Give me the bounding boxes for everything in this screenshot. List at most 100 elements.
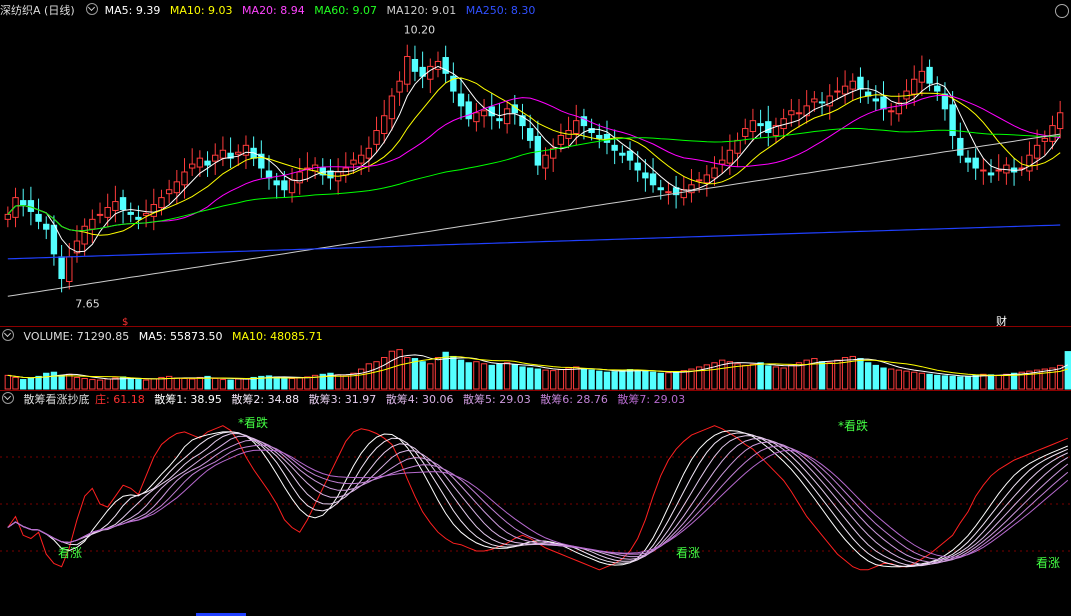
candle-body	[557, 134, 565, 145]
volume-bar	[757, 362, 764, 390]
candle-body	[849, 80, 856, 90]
volume-bar	[281, 377, 288, 390]
candle-body	[665, 191, 672, 194]
volume-bar	[864, 362, 872, 390]
candle-body	[89, 218, 96, 230]
candle-body	[465, 101, 472, 120]
san5-value: 散筹5: 29.03	[463, 393, 531, 406]
volume-bar	[388, 350, 396, 390]
candle-body	[350, 159, 357, 165]
signal-label-up: 看涨	[676, 545, 700, 560]
candle-body	[964, 157, 972, 163]
signal-label-up: 看涨	[58, 545, 82, 560]
signal-label-down: *看跌	[838, 418, 868, 433]
zhuang-value: 庄: 61.18	[95, 393, 145, 406]
volume-bar	[365, 363, 373, 390]
san2-line	[7, 431, 1068, 568]
candle-body	[1026, 154, 1033, 172]
candle-body	[204, 160, 211, 166]
candle-body	[918, 70, 926, 83]
volume-settings-icon[interactable]	[2, 329, 14, 341]
volume-bar	[104, 378, 111, 390]
candle-body	[381, 115, 388, 134]
candle-body	[265, 170, 273, 179]
stock-title[interactable]: 深纺织A (日线)	[0, 4, 75, 17]
volume-bar	[503, 362, 511, 390]
candle-body	[841, 85, 849, 95]
volume-bar	[987, 374, 995, 390]
ma250-value: MA250: 8.30	[465, 4, 536, 17]
candle-body	[619, 152, 626, 156]
volume-bar	[565, 367, 572, 390]
volume-bar	[334, 374, 342, 390]
volume-bar	[1049, 367, 1056, 390]
volume-bar	[181, 378, 188, 390]
candle-body	[734, 139, 741, 154]
candle-body	[857, 76, 864, 90]
candle-body	[749, 120, 757, 133]
candle-body	[695, 179, 703, 182]
candle-body	[404, 56, 411, 85]
volume-bar	[980, 373, 987, 390]
volume-bar	[58, 374, 65, 390]
candle-body	[457, 93, 465, 107]
candle-body	[573, 120, 580, 134]
indicator-settings-icon[interactable]	[86, 3, 99, 15]
volume-bar	[43, 372, 50, 390]
ma60-value: MA60: 9.07	[314, 4, 377, 17]
san7-value: 散筹7: 29.03	[617, 393, 686, 406]
volume-bar	[926, 373, 933, 390]
volume-bar	[511, 364, 518, 390]
ma20-value: MA20: 8.94	[242, 4, 305, 17]
volume-bar	[911, 371, 918, 390]
candle-body	[135, 216, 142, 220]
candle-body	[642, 172, 649, 179]
candle-body	[158, 197, 165, 208]
volume-bar	[995, 374, 1002, 390]
candle-body	[795, 112, 803, 115]
panel-separator	[0, 390, 1071, 391]
low-price-label: 7.65	[75, 297, 100, 310]
volume-bar	[588, 369, 595, 390]
candle-body	[887, 110, 895, 113]
san3-line	[7, 432, 1069, 567]
candle-body	[911, 78, 918, 95]
ma250-line	[7, 224, 1061, 260]
volume-bar	[457, 359, 465, 390]
candle-body	[1056, 112, 1064, 130]
volume-bar	[411, 358, 419, 390]
volume-bar	[373, 361, 380, 390]
volume-bar	[941, 375, 949, 390]
volume-bar	[96, 379, 104, 390]
candle-body	[496, 118, 503, 122]
panel-close-icon[interactable]	[1055, 4, 1069, 18]
volume-bar	[1064, 351, 1071, 390]
volume-bar	[918, 372, 926, 390]
ma5-value: MA5: 9.39	[104, 4, 161, 17]
volume-bar	[427, 363, 434, 390]
candle-body	[235, 151, 242, 155]
volume-bar	[887, 368, 895, 390]
candle-body	[281, 180, 288, 191]
candle-body	[926, 66, 933, 84]
candle-body	[127, 211, 134, 215]
candle-body	[473, 112, 480, 123]
candle-body	[50, 224, 58, 255]
candle-body	[611, 144, 618, 151]
candle-body	[634, 162, 641, 171]
candle-body	[58, 256, 65, 280]
candle-body	[703, 174, 711, 184]
volume-ma10: MA10: 48085.71	[231, 330, 323, 343]
candle-body	[81, 225, 88, 245]
candle-body	[834, 90, 841, 93]
candle-body	[626, 150, 634, 161]
volume-bar	[496, 363, 503, 390]
volume-bar	[296, 377, 303, 390]
volume-bar	[534, 368, 542, 390]
candle-body	[20, 200, 27, 206]
volume-bar	[12, 376, 19, 390]
volume-bar	[112, 377, 119, 390]
volume-bar	[603, 371, 611, 390]
candle-body	[181, 171, 188, 186]
indicator-panel-settings-icon[interactable]	[2, 392, 14, 404]
